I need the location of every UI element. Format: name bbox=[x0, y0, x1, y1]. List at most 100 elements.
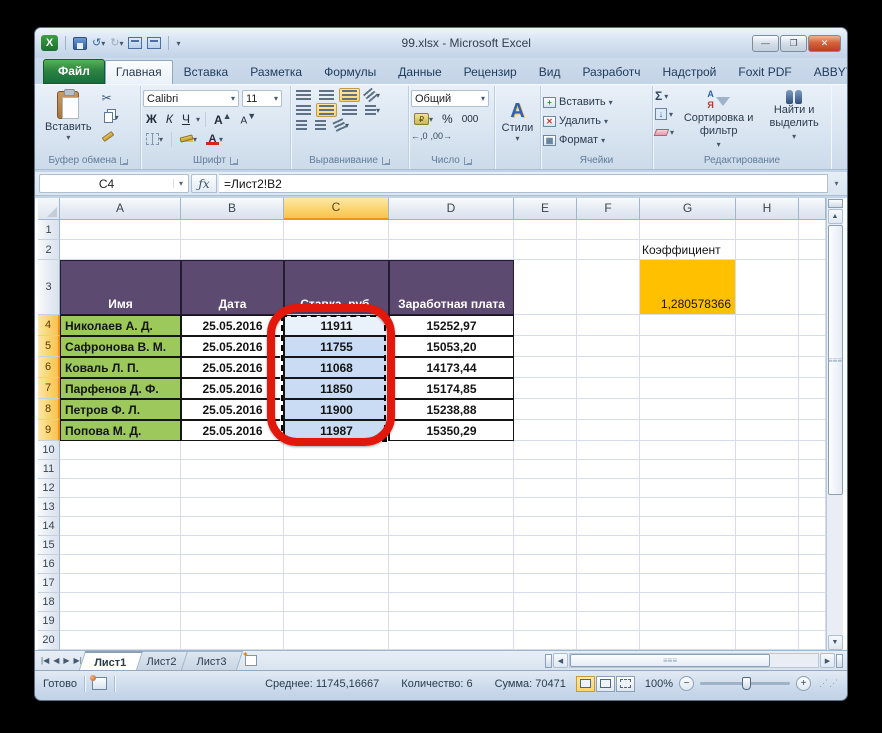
clipboard-dialog-launcher[interactable] bbox=[120, 156, 129, 165]
grid-cell[interactable] bbox=[60, 517, 181, 536]
column-header-G[interactable]: G bbox=[640, 198, 736, 220]
grid-cell[interactable] bbox=[736, 378, 799, 399]
wrap-text-icon[interactable]: ▾ bbox=[331, 118, 352, 132]
sheet-tab-Лист3[interactable]: Лист3 bbox=[180, 651, 244, 670]
grid-cell[interactable] bbox=[181, 498, 284, 517]
grid-cell[interactable] bbox=[60, 612, 181, 631]
ribbon-tab-Foxit PDF[interactable]: Foxit PDF bbox=[727, 60, 802, 84]
grid-cell[interactable] bbox=[577, 631, 640, 650]
grid-cell[interactable] bbox=[389, 612, 514, 631]
fill-icon[interactable]: ↓ ▾ bbox=[655, 106, 674, 122]
macro-record-icon[interactable] bbox=[89, 675, 107, 690]
horizontal-split-handle-right[interactable] bbox=[836, 653, 843, 668]
ribbon-tab-Разметка[interactable]: Разметка bbox=[239, 60, 313, 84]
horizontal-scroll-thumb[interactable]: ≡≡≡ bbox=[570, 654, 770, 667]
align-right-icon[interactable] bbox=[339, 103, 360, 117]
grid-cell[interactable] bbox=[389, 479, 514, 498]
grid-cell[interactable] bbox=[284, 220, 389, 240]
grid-cell[interactable] bbox=[60, 441, 181, 460]
grid-cell[interactable] bbox=[736, 498, 799, 517]
redo-icon[interactable]: ↻▾ bbox=[110, 36, 123, 51]
grid-cell[interactable] bbox=[736, 399, 799, 420]
grid-cell[interactable] bbox=[736, 517, 799, 536]
grow-font-button[interactable]: А▲ bbox=[211, 111, 235, 127]
undo-icon[interactable]: ↺▾ bbox=[92, 36, 105, 51]
table-view-icon[interactable] bbox=[147, 37, 162, 49]
vertical-split-handle[interactable] bbox=[827, 199, 843, 208]
ribbon-tab-Формулы[interactable]: Формулы bbox=[313, 60, 387, 84]
coefficient-value-cell[interactable]: 1,280578366 bbox=[640, 260, 736, 315]
excel-logo-icon[interactable]: X bbox=[41, 35, 58, 51]
grid-cell[interactable] bbox=[736, 593, 799, 612]
grid-cell[interactable] bbox=[514, 555, 577, 574]
resize-grip[interactable]: ⋰⋰ bbox=[819, 678, 839, 689]
grid-cell[interactable] bbox=[181, 593, 284, 612]
shrink-font-button[interactable]: А▼ bbox=[238, 111, 260, 126]
align-center-icon[interactable] bbox=[316, 103, 337, 117]
column-header-B[interactable]: B bbox=[181, 198, 284, 220]
grid-cell[interactable] bbox=[389, 498, 514, 517]
grid-cell[interactable] bbox=[736, 555, 799, 574]
table-cell[interactable]: Парфенов Д. Ф. bbox=[60, 378, 181, 399]
table-cell[interactable]: Петров Ф. Л. bbox=[60, 399, 181, 420]
row-header-10[interactable]: 10 bbox=[38, 441, 60, 460]
font-dialog-launcher[interactable] bbox=[229, 156, 238, 165]
grid-cell[interactable] bbox=[577, 612, 640, 631]
grid-cell[interactable] bbox=[640, 555, 736, 574]
row-header-7[interactable]: 7 bbox=[38, 378, 60, 399]
grid-cell[interactable] bbox=[640, 574, 736, 593]
table-cell[interactable]: Сафронова В. М. bbox=[60, 336, 181, 357]
table-cell[interactable]: Коваль Л. П. bbox=[60, 357, 181, 378]
grid-cell[interactable] bbox=[799, 378, 826, 399]
grid-cell[interactable] bbox=[640, 536, 736, 555]
row-header-17[interactable]: 17 bbox=[38, 574, 60, 593]
grid-cell[interactable] bbox=[799, 315, 826, 336]
bottom-align-icon[interactable] bbox=[339, 88, 360, 102]
grid-cell[interactable] bbox=[640, 399, 736, 420]
column-header-E[interactable]: E bbox=[514, 198, 577, 220]
grid-cell[interactable] bbox=[640, 612, 736, 631]
table-cell[interactable]: 15053,20 bbox=[389, 336, 514, 357]
row-header-20[interactable]: 20 bbox=[38, 631, 60, 650]
grid-cell[interactable] bbox=[284, 460, 389, 479]
grid-cell[interactable] bbox=[514, 336, 577, 357]
middle-align-icon[interactable] bbox=[316, 88, 337, 102]
grid-cell[interactable] bbox=[640, 420, 736, 441]
grid-cell[interactable] bbox=[60, 240, 181, 260]
alignment-dialog-launcher[interactable] bbox=[381, 156, 390, 165]
grid-cell[interactable] bbox=[514, 631, 577, 650]
grid-cell[interactable] bbox=[284, 536, 389, 555]
grid-cell[interactable] bbox=[181, 441, 284, 460]
grid-cell[interactable] bbox=[577, 315, 640, 336]
sheet-tab-Лист1[interactable]: Лист1 bbox=[78, 651, 143, 670]
row-header-18[interactable]: 18 bbox=[38, 593, 60, 612]
grid-cell[interactable] bbox=[514, 517, 577, 536]
fill-color-button[interactable]: ▾ bbox=[177, 133, 200, 146]
grid-cell[interactable] bbox=[577, 220, 640, 240]
grid-cell[interactable] bbox=[284, 574, 389, 593]
grid-cell[interactable] bbox=[736, 315, 799, 336]
italic-button[interactable]: К bbox=[163, 112, 176, 126]
grid-cell[interactable] bbox=[640, 220, 736, 240]
page-layout-view-icon[interactable] bbox=[595, 675, 615, 692]
ribbon-tab-Надстрой[interactable]: Надстрой bbox=[651, 60, 727, 84]
name-box[interactable]: C4 ▾ bbox=[39, 174, 189, 193]
coefficient-label-cell[interactable]: Коэффициент bbox=[640, 240, 736, 260]
ribbon-tab-Файл[interactable]: Файл bbox=[43, 59, 105, 84]
row-header-8[interactable]: 8 bbox=[38, 399, 60, 420]
grid-cell[interactable] bbox=[736, 612, 799, 631]
delete-cells-button[interactable]: ✕ Удалить ▾ bbox=[543, 112, 608, 131]
grid-cell[interactable] bbox=[514, 420, 577, 441]
horizontal-split-handle[interactable] bbox=[545, 653, 552, 668]
grid-cell[interactable] bbox=[60, 536, 181, 555]
row-header-4[interactable]: 4 bbox=[38, 315, 60, 336]
grid-cell[interactable] bbox=[736, 574, 799, 593]
grid-cell[interactable] bbox=[577, 420, 640, 441]
ribbon-tab-Данные[interactable]: Данные bbox=[387, 60, 452, 84]
ribbon-tab-Вид[interactable]: Вид bbox=[528, 60, 572, 84]
grid-cell[interactable] bbox=[284, 479, 389, 498]
row-header-11[interactable]: 11 bbox=[38, 460, 60, 479]
grid-cell[interactable] bbox=[284, 555, 389, 574]
styles-button[interactable]: Стили ▾ bbox=[502, 122, 534, 143]
column-header-partial[interactable] bbox=[799, 198, 826, 220]
